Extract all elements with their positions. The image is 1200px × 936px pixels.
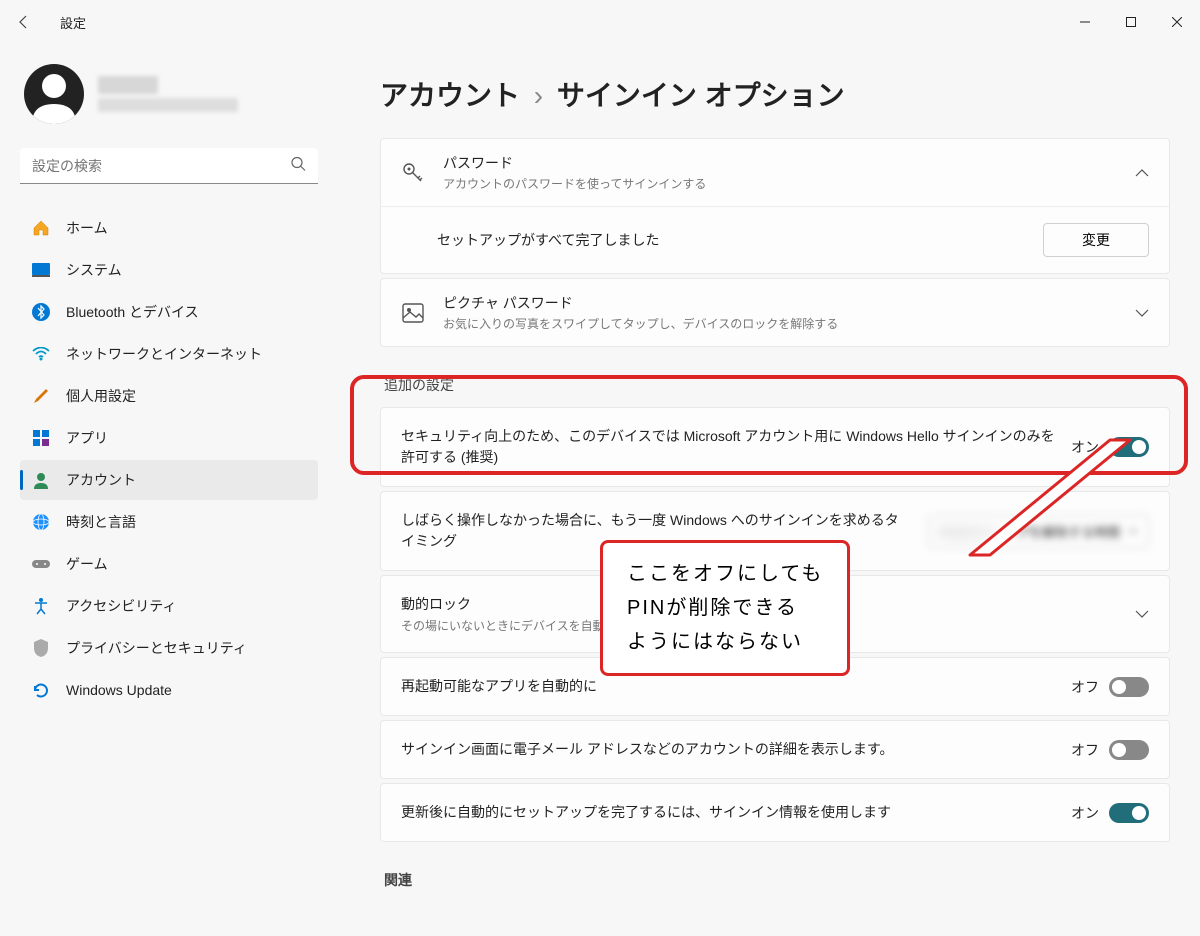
nav-privacy[interactable]: プライバシーとセキュリティ	[20, 628, 318, 668]
picture-subtitle: お気に入りの写真をスワイプしてタップし、デバイスのロックを解除する	[443, 315, 1117, 332]
password-status: セットアップがすべて完了しました	[437, 230, 659, 250]
picture-icon	[401, 303, 425, 323]
gamepad-icon	[32, 555, 50, 573]
minimize-button[interactable]	[1062, 6, 1108, 38]
brush-icon	[32, 387, 50, 405]
nav-label: アカウント	[66, 470, 136, 490]
email-display-setting: サインイン画面に電子メール アドレスなどのアカウントの詳細を表示します。 オフ	[380, 720, 1170, 779]
bluetooth-icon	[32, 303, 50, 321]
hello-signin-text: セキュリティ向上のため、このデバイスでは Microsoft アカウント用に W…	[401, 426, 1055, 468]
chevron-up-icon	[1135, 164, 1149, 182]
nav-label: ネットワークとインターネット	[66, 344, 262, 364]
nav-bluetooth[interactable]: Bluetooth とデバイス	[20, 292, 318, 332]
toggle-state-label: オフ	[1071, 677, 1099, 697]
person-icon	[32, 471, 50, 489]
restart-apps-toggle[interactable]	[1109, 677, 1149, 697]
user-name-redacted	[98, 76, 158, 94]
chevron-down-icon	[1135, 605, 1149, 623]
nav: ホーム システム Bluetooth とデバイス ネットワークとインターネット …	[20, 208, 318, 710]
accessibility-icon	[32, 597, 50, 615]
picture-password-card[interactable]: ピクチャ パスワード お気に入りの写真をスワイプしてタップし、デバイスのロックを…	[380, 278, 1170, 347]
wifi-icon	[32, 345, 50, 363]
breadcrumb-parent[interactable]: アカウント	[380, 80, 520, 111]
user-email-redacted	[98, 98, 238, 112]
nav-label: 個人用設定	[66, 386, 136, 406]
toggle-state-label: オフ	[1071, 740, 1099, 760]
annotation-callout: ここをオフにしても PINが削除できる ようにはならない	[600, 540, 850, 676]
email-display-text: サインイン画面に電子メール アドレスなどのアカウントの詳細を表示します。	[401, 739, 1055, 760]
key-icon	[401, 162, 425, 184]
back-button[interactable]	[12, 10, 36, 34]
search-container	[20, 148, 318, 184]
apps-icon	[32, 429, 50, 447]
nav-label: アクセシビリティ	[66, 596, 176, 616]
nav-label: アプリ	[66, 428, 108, 448]
annotation-line2: PINが削除できる	[627, 591, 823, 625]
restart-apps-text: 再起動可能なアプリを自動的に	[401, 676, 1055, 697]
nav-home[interactable]: ホーム	[20, 208, 318, 248]
nav-label: プライバシーとセキュリティ	[66, 638, 247, 658]
change-button[interactable]: 変更	[1043, 223, 1149, 257]
annotation-tail	[960, 420, 1140, 560]
globe-icon	[32, 513, 50, 531]
nav-label: 時刻と言語	[66, 512, 136, 532]
breadcrumb-separator: ›	[534, 80, 543, 111]
breadcrumb-current: サインイン オプション	[557, 80, 845, 111]
nav-network[interactable]: ネットワークとインターネット	[20, 334, 318, 374]
password-subtitle: アカウントのパスワードを使ってサインインする	[443, 175, 1117, 192]
window-title: 設定	[60, 13, 86, 32]
related-heading: 関連	[384, 870, 1170, 890]
chevron-down-icon	[1135, 304, 1149, 322]
sidebar: ホーム システム Bluetooth とデバイス ネットワークとインターネット …	[0, 44, 330, 936]
search-icon	[290, 156, 306, 177]
toggle-state-label: オン	[1071, 803, 1099, 823]
profile[interactable]	[20, 64, 318, 124]
nav-label: Bluetooth とデバイス	[66, 302, 199, 322]
search-input[interactable]	[20, 148, 318, 184]
nav-accounts[interactable]: アカウント	[20, 460, 318, 500]
email-display-toggle[interactable]	[1109, 740, 1149, 760]
annotation-line3: ようにはならない	[627, 625, 823, 659]
nav-gaming[interactable]: ゲーム	[20, 544, 318, 584]
maximize-button[interactable]	[1108, 6, 1154, 38]
nav-label: システム	[66, 260, 122, 280]
breadcrumb: アカウント › サインイン オプション	[380, 74, 1170, 114]
home-icon	[32, 219, 50, 237]
additional-settings-heading: 追加の設定	[384, 375, 1170, 395]
annotation-line1: ここをオフにしても	[627, 557, 823, 591]
nav-label: ゲーム	[66, 554, 108, 574]
nav-windows-update[interactable]: Windows Update	[20, 670, 318, 710]
nav-label: ホーム	[66, 218, 108, 238]
shield-icon	[32, 639, 50, 657]
auto-setup-text: 更新後に自動的にセットアップを完了するには、サインイン情報を使用します	[401, 802, 1055, 823]
avatar	[24, 64, 84, 124]
nav-personalization[interactable]: 個人用設定	[20, 376, 318, 416]
nav-system[interactable]: システム	[20, 250, 318, 290]
password-header[interactable]: パスワード アカウントのパスワードを使ってサインインする	[381, 139, 1169, 206]
titlebar: 設定	[0, 0, 1200, 44]
update-icon	[32, 681, 50, 699]
close-button[interactable]	[1154, 6, 1200, 38]
nav-apps[interactable]: アプリ	[20, 418, 318, 458]
picture-title: ピクチャ パスワード	[443, 293, 1117, 313]
password-title: パスワード	[443, 153, 1117, 173]
password-card: パスワード アカウントのパスワードを使ってサインインする セットアップがすべて完…	[380, 138, 1170, 274]
auto-setup-toggle[interactable]	[1109, 803, 1149, 823]
system-icon	[32, 261, 50, 279]
nav-label: Windows Update	[66, 682, 172, 698]
nav-accessibility[interactable]: アクセシビリティ	[20, 586, 318, 626]
auto-setup-setting: 更新後に自動的にセットアップを完了するには、サインイン情報を使用します オン	[380, 783, 1170, 842]
nav-time-language[interactable]: 時刻と言語	[20, 502, 318, 542]
